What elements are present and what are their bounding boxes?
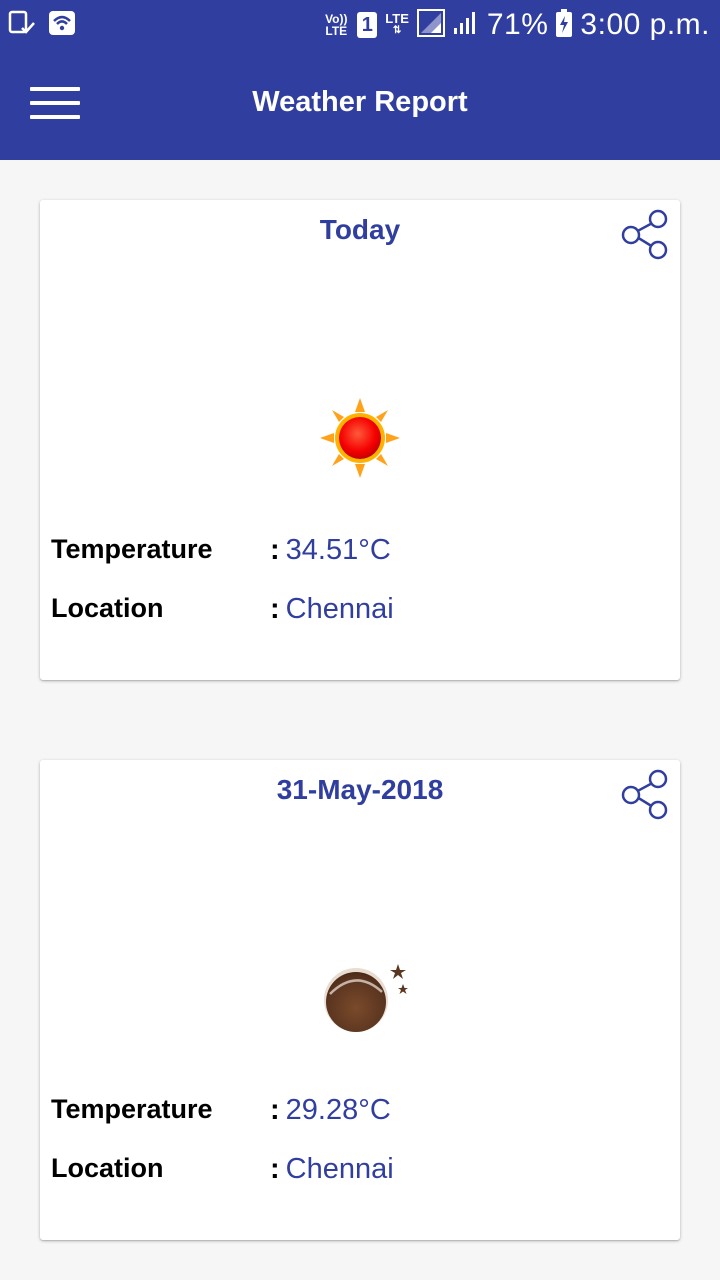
location-value: : Chennai — [270, 1153, 394, 1185]
wifi-icon — [48, 10, 76, 41]
moon-night-icon — [320, 958, 408, 1038]
status-bar: Vo)) LTE 1 LTE ⇅ 71% 3:00 p.m. — [0, 0, 720, 50]
battery-percent: 71% — [486, 8, 549, 41]
weather-card-forecast: 31-May-2018 Temperature :29.28°C Locatio… — [40, 760, 680, 1240]
signal-strength-icon — [453, 10, 479, 41]
sun-icon — [320, 398, 400, 478]
temperature-label: Temperature — [51, 534, 213, 564]
volte-indicator: Vo)) LTE — [325, 12, 348, 38]
card-title: 31-May-2018 — [276, 774, 444, 805]
temperature-value: :29.28°C — [270, 1094, 391, 1126]
temperature-label: Temperature — [51, 1094, 213, 1124]
app-bar: Vo)) LTE 1 LTE ⇅ 71% 3:00 p.m. Weather R… — [0, 0, 720, 160]
cell-signal-icon — [416, 8, 445, 42]
battery-charging-icon — [556, 8, 573, 42]
temperature-value: :34.51°C — [270, 534, 391, 566]
screenshot-notification-icon — [8, 10, 36, 41]
location-value: : Chennai — [270, 593, 394, 625]
location-label: Location — [51, 593, 164, 623]
weather-card-today: Today Temperature: 34.51°C Location: C… — [40, 200, 680, 680]
lte-indicator: LTE ⇅ — [385, 11, 409, 36]
share-icon[interactable] — [618, 768, 674, 824]
page-title: Weather Report — [252, 86, 468, 118]
card-title: Today — [319, 214, 401, 245]
share-icon[interactable] — [618, 208, 674, 264]
sim-slot-badge: 1 — [357, 12, 378, 38]
location-label: Location — [51, 1153, 164, 1183]
clock: 3:00 p.m. — [580, 8, 710, 41]
